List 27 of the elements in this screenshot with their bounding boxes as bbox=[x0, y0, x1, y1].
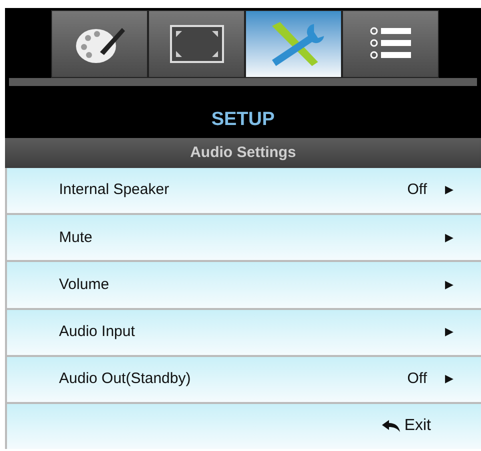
menu-item[interactable]: Internal Speaker Off ▶ bbox=[7, 168, 481, 214]
menu-item[interactable]: Audio Out(Standby) Off ▶ bbox=[7, 356, 481, 402]
exit-button[interactable]: Exit bbox=[382, 414, 431, 438]
list-icon bbox=[368, 27, 412, 61]
item-arrow: ▶ bbox=[445, 372, 453, 388]
item-label: Volume bbox=[59, 274, 110, 295]
item-arrow: ▶ bbox=[445, 278, 453, 293]
item-label: Internal Speaker bbox=[59, 180, 170, 200]
item-label: Audio Out(Standby) bbox=[59, 369, 192, 390]
item-arrow: ▶ bbox=[445, 230, 453, 246]
item-label: Mute bbox=[59, 228, 94, 248]
menu-tab[interactable] bbox=[148, 10, 245, 78]
menu-item[interactable]: Volume ▶ bbox=[7, 262, 481, 308]
menu-title: SETUP bbox=[211, 108, 275, 132]
item-label: Audio Input bbox=[59, 322, 136, 342]
item-value: Off bbox=[407, 180, 427, 200]
screen-icon bbox=[168, 24, 224, 64]
item-arrow: ▶ bbox=[445, 324, 453, 340]
item-value: Off bbox=[407, 369, 427, 390]
menu-item[interactable]: Audio Input ▶ bbox=[7, 310, 481, 355]
section-title: Audio Settings bbox=[190, 142, 296, 163]
menu-tab[interactable] bbox=[342, 10, 439, 78]
item-arrow: ▶ bbox=[445, 183, 453, 198]
menu-tab[interactable] bbox=[245, 10, 342, 78]
menu-tab[interactable] bbox=[51, 10, 148, 78]
menu-item[interactable]: Mute ▶ bbox=[7, 215, 481, 260]
return-arrow-icon bbox=[382, 420, 400, 432]
